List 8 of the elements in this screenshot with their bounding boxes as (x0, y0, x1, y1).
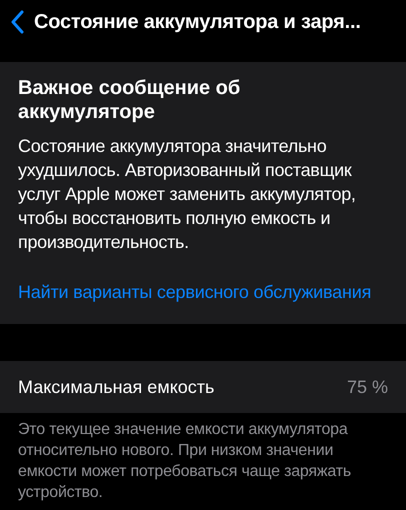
capacity-label: Максимальная емкость (18, 376, 214, 398)
capacity-description: Это текущее значение емкости аккумулятора относительно нового. При низком значении емкости может потребоваться чаще заряжать устройство. (17, 420, 352, 503)
notice-text: Состояние аккумулятора значительно ухудшилось. Авторизованный поставщик услуг Apple может заменить аккумулятор, чтобы восстановить полную емкость и производительность. (18, 135, 357, 254)
page-title: Состояние аккумулятора и заря... (34, 10, 361, 34)
back-icon[interactable] (10, 10, 24, 34)
notice-title: Важное сообщение об аккумуляторе (18, 76, 242, 124)
capacity-value: 75 % (346, 376, 388, 398)
service-link[interactable]: Найти варианты сервисного обслуживания (18, 280, 388, 304)
